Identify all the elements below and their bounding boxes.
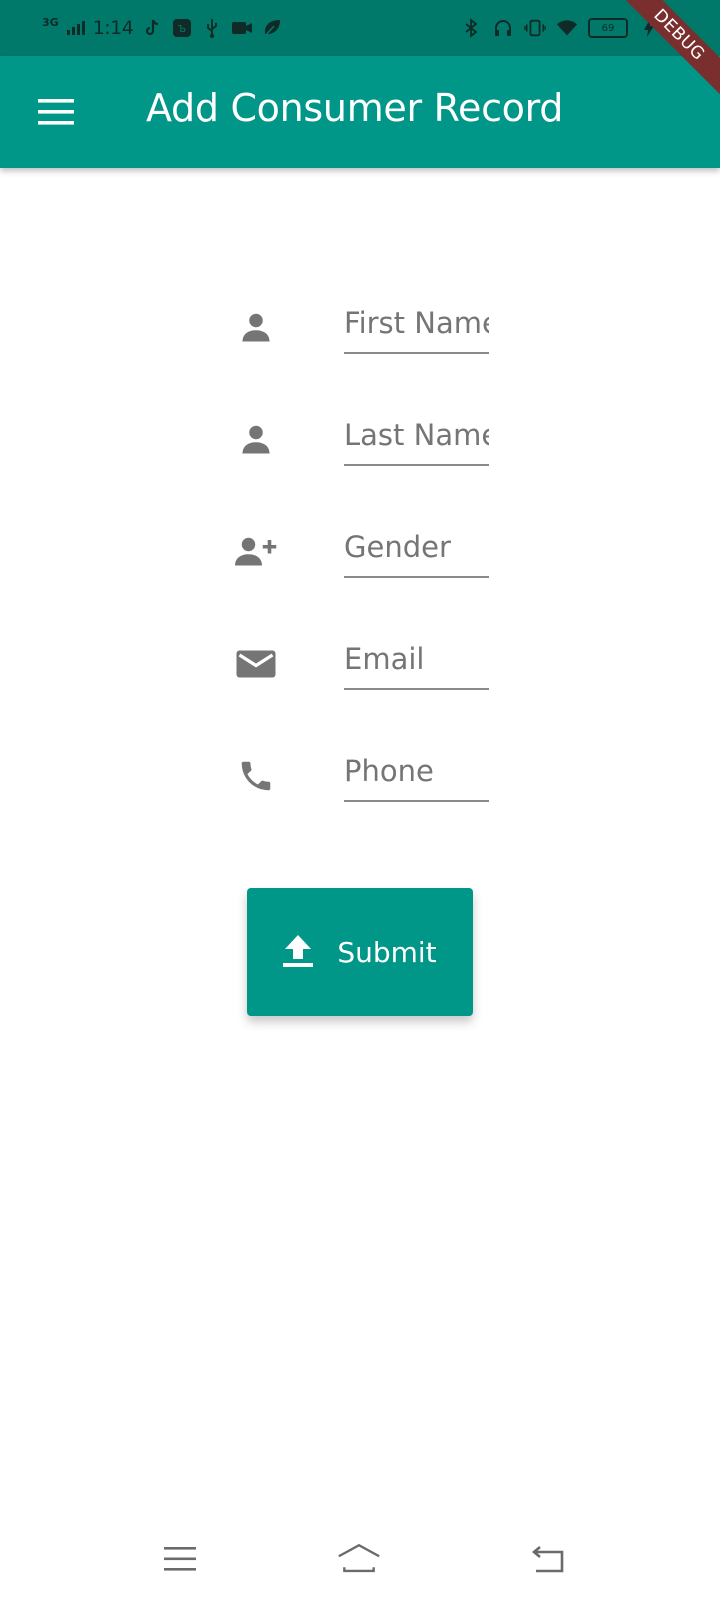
vibrate-icon [524, 17, 546, 39]
first-name-field[interactable] [344, 294, 489, 354]
svg-text:Ъ: Ъ [178, 24, 186, 35]
person-icon [230, 302, 282, 354]
email-icon [230, 638, 282, 690]
clock: 1:14 [92, 17, 134, 39]
upload-icon [283, 935, 314, 967]
video-icon [231, 17, 253, 39]
person-add-icon [230, 526, 282, 578]
home-nav-icon [338, 1543, 380, 1573]
status-right: 69 [460, 14, 660, 42]
first-name-row [0, 290, 720, 380]
recent-apps-button[interactable] [158, 1540, 202, 1578]
headphones-icon [492, 17, 514, 39]
gender-field[interactable] [344, 518, 489, 578]
gender-row [0, 514, 720, 604]
status-bar: 3G 1:14 Ъ 69 [0, 0, 720, 56]
page-title: Add Consumer Record [146, 86, 564, 130]
person-icon [230, 414, 282, 466]
email-field[interactable] [344, 630, 489, 690]
last-name-field[interactable] [344, 406, 489, 466]
signal-icon [66, 21, 85, 35]
back-nav-icon [531, 1546, 564, 1573]
phone-row [0, 738, 720, 828]
battery-icon: 69 [588, 18, 628, 38]
home-button[interactable] [337, 1540, 381, 1578]
phone-field[interactable] [344, 742, 489, 802]
network-type: 3G [42, 15, 59, 29]
menu-nav-icon [164, 1547, 196, 1571]
submit-button[interactable]: Submit [247, 888, 473, 1016]
menu-button[interactable] [28, 88, 84, 136]
wifi-icon [556, 17, 578, 39]
bluetooth-icon [460, 17, 482, 39]
submit-label: Submit [337, 935, 437, 969]
back-button[interactable] [526, 1540, 570, 1578]
menu-icon [38, 99, 74, 125]
usb-icon [201, 17, 223, 39]
status-left: 3G 1:14 Ъ [42, 14, 283, 42]
navigation-bar [0, 1520, 720, 1600]
battery-level: 69 [601, 22, 615, 34]
tiktok-icon [141, 17, 163, 39]
phone-icon [230, 750, 282, 802]
app-icon: Ъ [171, 17, 193, 39]
screen: 3G 1:14 Ъ 69 DEBUG Add Consumer Record F… [0, 0, 720, 1600]
app-bar: Add Consumer Record [0, 56, 720, 168]
last-name-row [0, 402, 720, 492]
leaf-icon [261, 17, 283, 39]
email-row [0, 626, 720, 716]
